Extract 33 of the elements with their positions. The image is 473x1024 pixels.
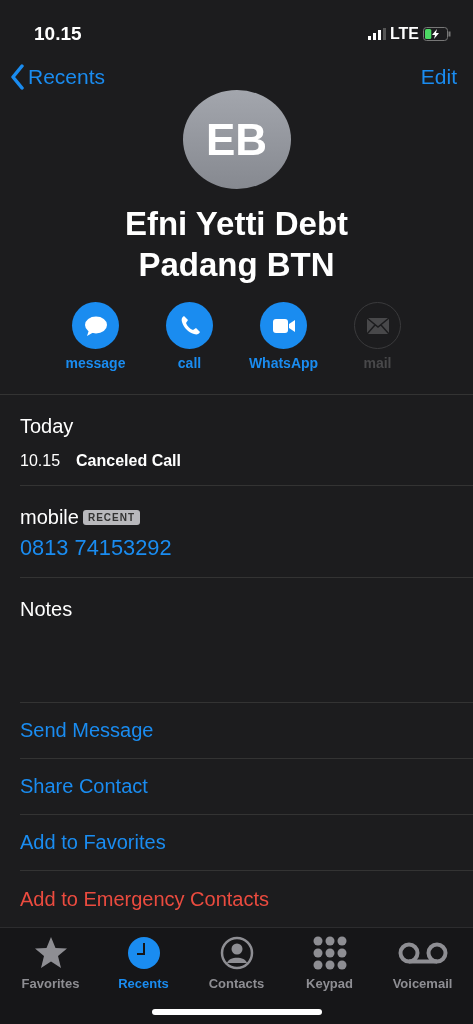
phone-number-link[interactable]: 0813 74153292 <box>20 532 172 565</box>
battery-icon <box>423 27 451 42</box>
person-icon <box>219 935 254 970</box>
notes-label: Notes <box>20 596 74 622</box>
call-button[interactable]: call <box>155 302 224 375</box>
action-link[interactable]: Share Contact <box>20 758 473 815</box>
recent-badge: RECENT <box>82 510 141 526</box>
action-link[interactable]: Add to Favorites <box>20 814 473 871</box>
tab-item[interactable]: Favorites <box>10 933 91 994</box>
edit-button[interactable]: Edit <box>420 61 457 93</box>
back-button[interactable]: Recents <box>10 61 106 93</box>
tab-item[interactable]: Keypad <box>289 933 370 994</box>
status-time: 10.15 <box>34 21 82 46</box>
call-status: Canceled Call <box>76 451 181 472</box>
tab-item[interactable]: Voicemail <box>382 933 463 994</box>
voicemail-icon <box>397 940 448 965</box>
section-heading: Today <box>20 414 75 440</box>
action-link[interactable]: Add to Emergency Contacts <box>20 870 473 927</box>
chevron-left-icon <box>10 64 24 91</box>
video-button[interactable]: WhatsApp <box>249 302 318 375</box>
avatar: EB <box>182 90 291 190</box>
signal-icon <box>367 28 386 41</box>
tab-item[interactable]: Contacts <box>196 933 277 994</box>
star-icon <box>33 935 68 970</box>
call-time: 10.15 <box>20 451 61 472</box>
clock-icon <box>126 935 161 970</box>
message-button[interactable]: message <box>61 302 130 375</box>
phone-label: mobile <box>20 506 79 529</box>
action-link[interactable]: Send Message <box>20 702 473 759</box>
tab-item[interactable]: Recents <box>103 933 184 994</box>
network-label: LTE <box>389 24 419 45</box>
contact-name: Efni Yetti Debt Padang BTN <box>123 204 350 286</box>
keypad-icon <box>312 935 347 970</box>
